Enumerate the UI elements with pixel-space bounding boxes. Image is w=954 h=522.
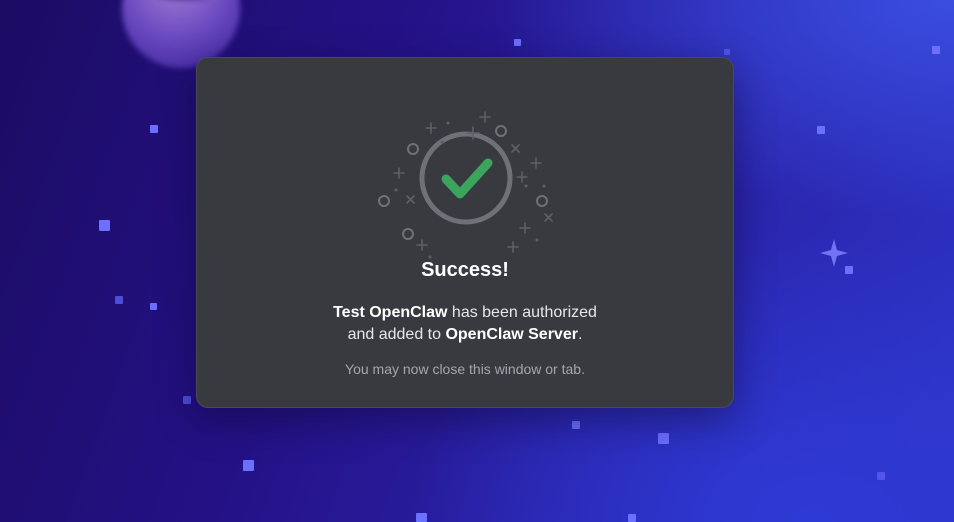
decor-plus: [416, 239, 428, 251]
star-decoration: [817, 126, 825, 134]
decor-x: [406, 195, 415, 204]
decor-plus: [393, 167, 405, 179]
close-window-note: You may now close this window or tab.: [345, 361, 585, 377]
message-line-1-suffix: has been authorized: [447, 304, 597, 321]
app-name: Test OpenClaw: [333, 304, 448, 321]
message-line-1: Test OpenClaw has been authorized: [197, 302, 733, 324]
star-decoration: [514, 39, 521, 46]
star-decoration: [416, 513, 427, 522]
star-decoration: [115, 296, 123, 304]
star-decoration: [150, 303, 157, 310]
decor-plus: [516, 171, 528, 183]
decor-plus: [507, 241, 519, 253]
star-decoration: [658, 433, 669, 444]
decor-x: [544, 213, 553, 222]
message-line-2-suffix: .: [577, 326, 583, 343]
success-checkmark-icon: [378, 111, 553, 259]
success-ring: [419, 131, 513, 225]
checkmark-icon: [441, 158, 493, 199]
decor-circle: [536, 195, 548, 207]
decor-circle: [402, 228, 414, 240]
star-decoration: [877, 472, 885, 480]
modal-title: Success!: [421, 259, 509, 281]
server-name: OpenClaw Server: [445, 326, 578, 343]
decor-circle: [378, 195, 390, 207]
star-decoration: [572, 421, 580, 429]
star-decoration: [183, 396, 191, 404]
decor-plus: [425, 122, 437, 134]
decor-circle: [407, 143, 419, 155]
star-decoration: [99, 220, 110, 231]
star-decoration: [932, 46, 940, 54]
message-line-2: and added to OpenClaw Server.: [197, 324, 733, 346]
decor-plus: [519, 222, 531, 234]
sparkle-icon: [820, 239, 848, 267]
star-decoration: [628, 514, 636, 522]
decor-plus: [479, 111, 491, 123]
decor-x: [511, 144, 520, 153]
star-decoration: [243, 460, 254, 471]
success-modal: Success! Test OpenClaw has been authoriz…: [196, 57, 734, 408]
decor-plus: [530, 157, 542, 169]
decor-circle: [495, 125, 507, 137]
star-decoration: [724, 49, 730, 55]
message-line-2-prefix: and added to: [347, 326, 446, 343]
star-decoration: [150, 125, 158, 133]
authorization-message: Test OpenClaw has been authorized and ad…: [197, 302, 733, 346]
